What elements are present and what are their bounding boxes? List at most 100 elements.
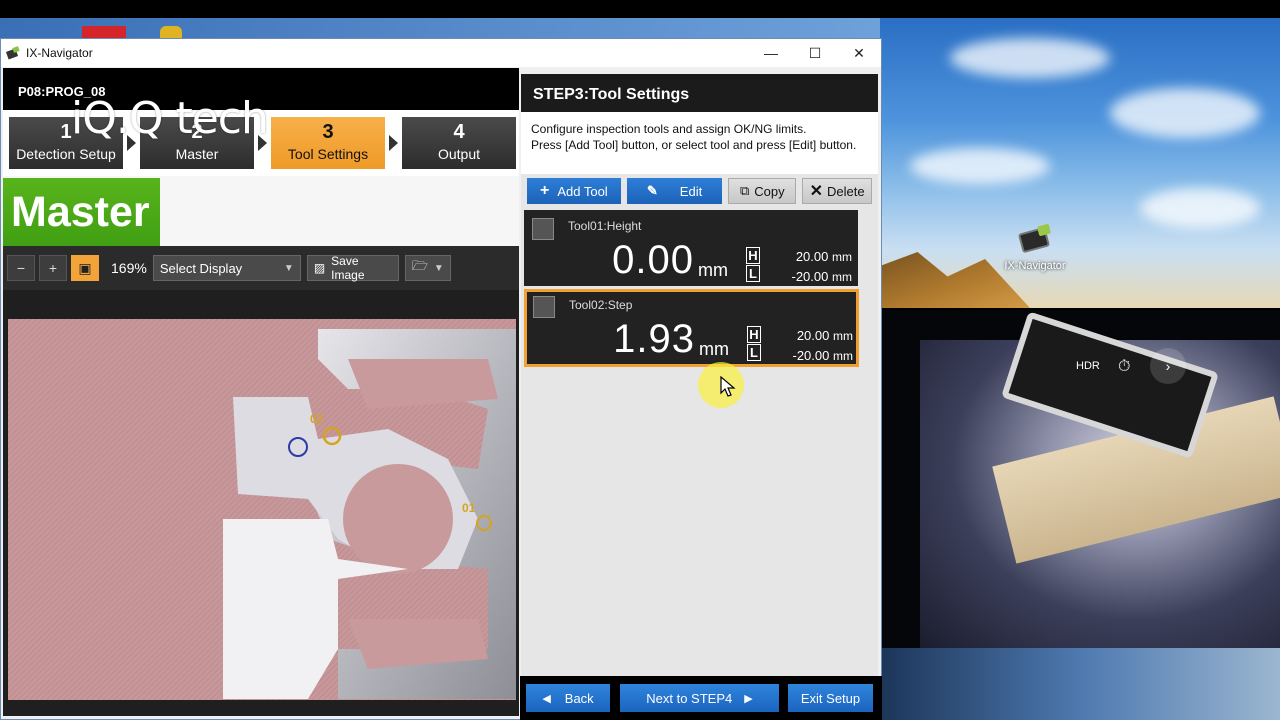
copy-button[interactable]: ⧉ Copy — [728, 178, 797, 204]
background-app-icon — [82, 26, 126, 38]
workpiece-image — [8, 319, 516, 700]
low-flag: L — [746, 265, 760, 282]
high-flag: H — [747, 326, 761, 343]
high-limit: 20.00 — [796, 328, 830, 343]
marker-label-02: 02 — [310, 412, 324, 426]
step-tool-icon — [533, 296, 555, 318]
step-label: Detection Setup — [16, 146, 116, 162]
pencil-icon: ✎ — [646, 183, 658, 198]
fit-to-window-icon[interactable]: ▣ — [71, 255, 99, 281]
chevron-down-icon: ▼ — [283, 262, 294, 274]
desktop-wallpaper — [880, 18, 1280, 308]
top-strip — [0, 0, 1280, 18]
step-label: Master — [175, 146, 219, 162]
chevron-down-icon: ▼ — [433, 262, 444, 274]
triangle-left-icon: ◀ — [542, 692, 551, 705]
zoom-in-icon[interactable]: + — [39, 255, 67, 281]
image-toolbar: − + ▣ 169% Select Display ▼ ▨ Save Image… — [3, 246, 519, 290]
screen: IX-Navigator HDR ⏱ › IX-Navigator — ☐ ✕ … — [0, 0, 1280, 720]
desktop-shortcut-label: IX-Navigator — [1004, 260, 1066, 272]
tool-card-step[interactable]: Tool02:Step 1.93 mm H L 20.00 mm -20.00 … — [524, 289, 859, 367]
select-display-dropdown[interactable]: Select Display ▼ — [152, 255, 301, 281]
step-description: Configure inspection tools and assign OK… — [521, 112, 878, 174]
image-icon: ▨ — [313, 261, 326, 275]
copy-label: Copy — [754, 183, 785, 199]
next-step-button[interactable]: Next to STEP4 ▶ — [620, 684, 779, 712]
cloud — [910, 148, 1050, 184]
step-label: Output — [437, 146, 481, 162]
maximize-icon[interactable]: ☐ — [793, 39, 837, 67]
step-4-output[interactable]: 4 Output — [402, 117, 516, 169]
description-line: Press [Add Tool] button, or select tool … — [531, 138, 857, 152]
hdr-icon[interactable]: HDR — [1076, 360, 1100, 372]
master-image[interactable]: 02 01 — [8, 319, 516, 700]
step-number: 4 — [453, 121, 465, 143]
mouse-pointer-icon — [720, 376, 736, 397]
cloud — [950, 38, 1110, 78]
copy-icon: ⧉ — [739, 183, 750, 198]
ix-navigator-icon — [1017, 222, 1052, 256]
tool-unit: mm — [699, 339, 729, 359]
limit-unit: mm — [833, 329, 853, 343]
exit-setup-button[interactable]: Exit Setup — [788, 684, 873, 712]
next-label: Next to STEP4 — [646, 690, 733, 706]
step-label: Tool Settings — [287, 146, 369, 162]
camera-video-feed: HDR ⏱ › — [880, 310, 1280, 720]
step-3-tool-settings[interactable]: 3 Tool Settings — [271, 117, 385, 169]
tool-value: 1.93 — [613, 317, 695, 361]
image-area: 02 01 — [3, 290, 519, 716]
cloud — [1140, 188, 1260, 228]
back-button[interactable]: ◀ Back — [526, 684, 610, 712]
low-flag: L — [747, 344, 761, 361]
tool-card-height[interactable]: Tool01:Height 0.00 mm H L 20.00 mm -20.0… — [524, 210, 858, 286]
plus-icon: + — [540, 182, 550, 199]
add-tool-button[interactable]: + Add Tool — [527, 178, 621, 204]
zoom-out-icon[interactable]: − — [7, 255, 35, 281]
background-taskbar-icons — [0, 18, 880, 38]
high-limit: 20.00 — [795, 249, 829, 264]
watermark-text: iQ.Q tech — [71, 93, 269, 144]
triangle-right-icon: ▶ — [744, 692, 753, 705]
master-badge: Master — [3, 178, 160, 248]
chevron-right-icon[interactable]: › — [1150, 348, 1186, 384]
cloud — [1110, 88, 1260, 138]
window-title: IX-Navigator — [26, 46, 93, 60]
step-number: 3 — [322, 121, 334, 143]
minimize-icon[interactable]: — — [749, 39, 793, 67]
high-flag: H — [746, 247, 760, 264]
exit-label: Exit Setup — [800, 690, 861, 706]
add-tool-label: Add Tool — [557, 183, 608, 199]
limit-flags: H L — [747, 326, 761, 362]
limit-unit: mm — [832, 270, 852, 284]
folder-dropdown[interactable]: 🗁 ▼ — [404, 255, 451, 281]
bottom-navigation: ◀ Back Next to STEP4 ▶ Exit Setup — [520, 676, 882, 720]
x-icon: ✕ — [809, 183, 824, 200]
back-label: Back — [564, 690, 594, 706]
limit-values: 20.00 mm -20.00 mm — [772, 247, 853, 287]
folder-icon: 🗁 — [411, 258, 428, 273]
title-bar[interactable]: IX-Navigator — ☐ ✕ — [1, 39, 881, 67]
tool-actions: + Add Tool ✎ Edit ⧉ Copy ✕ Delete — [521, 175, 878, 207]
close-icon[interactable]: ✕ — [837, 39, 881, 67]
desktop-shortcut[interactable]: IX-Navigator — [1000, 222, 1070, 272]
marker-label-01: 01 — [462, 501, 476, 515]
tool-unit: mm — [698, 260, 728, 280]
save-image-label: Save Image — [331, 254, 365, 282]
limit-flags: H L — [746, 247, 760, 283]
step-title: STEP3:Tool Settings — [521, 74, 878, 112]
delete-label: Delete — [827, 183, 865, 199]
edit-button[interactable]: ✎ Edit — [626, 178, 723, 204]
ix-navigator-window: IX-Navigator — ☐ ✕ P08:PROG_08 1 Detecti… — [0, 38, 882, 720]
low-limit: -20.00 — [792, 348, 830, 363]
tool-name: Tool01:Height — [568, 219, 642, 233]
delete-button[interactable]: ✕ Delete — [802, 178, 872, 204]
app-icon — [6, 46, 20, 60]
edit-label: Edit — [679, 183, 703, 199]
select-display-label: Select Display — [159, 260, 243, 276]
limit-unit: mm — [833, 349, 853, 363]
save-image-button[interactable]: ▨ Save Image — [306, 254, 399, 282]
timer-icon[interactable]: ⏱ — [1118, 358, 1130, 376]
limit-unit: mm — [832, 250, 852, 264]
background-app-icon — [160, 26, 182, 38]
tool-name: Tool02:Step — [569, 298, 633, 312]
